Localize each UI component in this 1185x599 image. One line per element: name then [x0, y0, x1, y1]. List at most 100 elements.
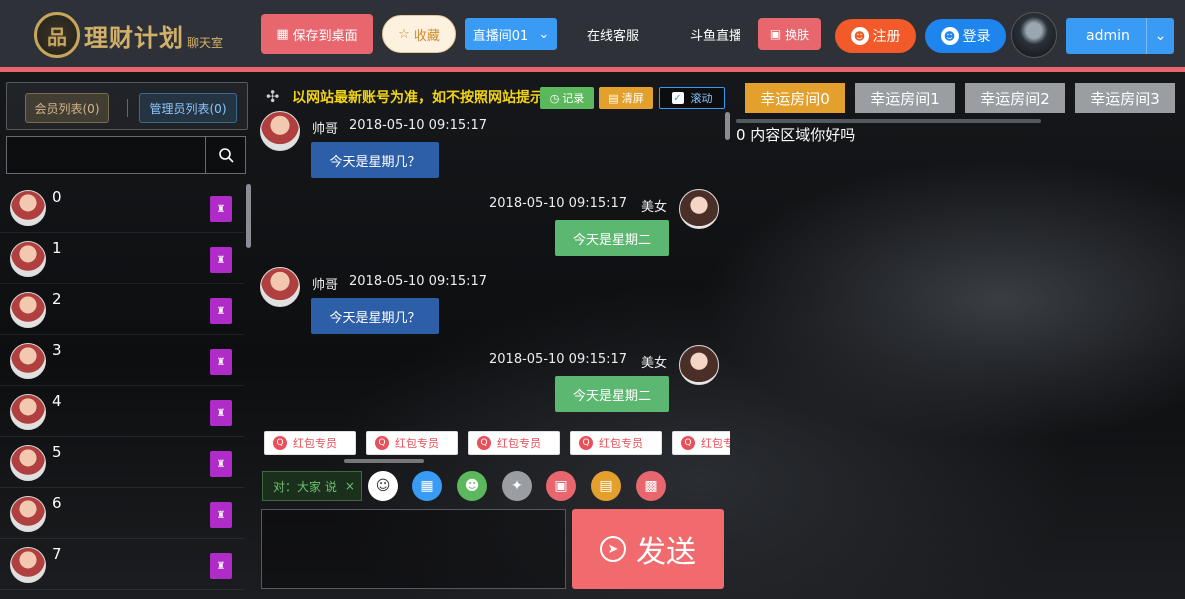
search-input[interactable] [7, 137, 205, 173]
tab-members[interactable]: 会员列表(0) [25, 93, 109, 123]
message-list: 帅哥 2018-05-10 09:15:17 今天是星期几？ 2018-05-10 0… [254, 109, 730, 419]
member-list-scrollbar[interactable] [246, 184, 251, 248]
member-row[interactable]: 7 ♜ [0, 539, 244, 590]
sender-name: 帅哥 [312, 278, 339, 293]
member-row[interactable]: 0 ♜ [0, 182, 244, 233]
member-name: 7 [52, 545, 62, 563]
qq-icon: Q [477, 436, 491, 450]
room-tab-3[interactable]: 幸运房间3 [1075, 83, 1175, 113]
vip-badge-icon: ♜ [210, 247, 232, 273]
member-name: 5 [52, 443, 62, 461]
online-service-link[interactable]: 在线客服 [572, 14, 654, 54]
emoji-icon[interactable]: ☺ [368, 471, 398, 501]
avatar [260, 111, 300, 151]
vip-badge-icon: ♜ [210, 196, 232, 222]
message-scrollbar[interactable] [725, 112, 730, 140]
save-to-desktop-label: 保存到桌面 [292, 28, 358, 44]
message-bubble: 今天是星期二 [555, 220, 669, 256]
member-name: 3 [52, 341, 62, 359]
member-name: 1 [52, 239, 62, 257]
chat-message: 帅哥 2018-05-10 09:15:17 今天是星期几？ [254, 265, 730, 343]
redpack-agent-button[interactable]: Q 红包专员 [264, 431, 356, 455]
record-button[interactable]: ◷ 记录 [540, 87, 594, 109]
logo: 品 理财计划 聊天室 [34, 12, 223, 58]
member-row[interactable]: 1 ♜ [0, 233, 244, 284]
login-button[interactable]: ☻ 登录 [925, 19, 1006, 53]
room-content: 0 内容区域你好吗 [736, 126, 856, 144]
admin-dropdown[interactable]: admin ⌄ [1066, 18, 1174, 54]
member-row[interactable]: 2 ♜ [0, 284, 244, 335]
member-tabs: 会员列表(0) 管理员列表(0) [6, 82, 248, 130]
save-to-desktop-button[interactable]: ▦ 保存到桌面 [261, 14, 373, 54]
redpack-scrollbar[interactable] [344, 459, 424, 463]
redpack-agent-button[interactable]: Q 红包专员 [366, 431, 458, 455]
magic-wand-icon[interactable]: ✦ [502, 471, 532, 501]
skin-icon: ▣ [769, 27, 782, 41]
avatar [10, 292, 46, 328]
room-tab-0[interactable]: 幸运房间0 [745, 83, 845, 113]
wink-icon[interactable]: ☻ [457, 471, 487, 501]
qq-icon: Q [579, 436, 593, 450]
clear-screen-button[interactable]: ▤ 清屏 [599, 87, 653, 109]
trash-icon: ▤ [608, 91, 619, 105]
redpacket-icon[interactable]: ▩ [636, 471, 666, 501]
live-room-dropdown[interactable]: 直播间01 ⌄ [465, 18, 557, 50]
search-button[interactable] [205, 137, 245, 173]
douyu-label: 斗鱼直播 [690, 28, 740, 44]
favorite-label: 收藏 [413, 28, 440, 44]
member-name: 4 [52, 392, 62, 410]
redpack-agent-button[interactable]: Q 红包专员 [570, 431, 662, 455]
avatar [679, 189, 719, 229]
paper-plane-icon: ➤ [600, 536, 626, 562]
tab-members-label: 会员列表(0) [34, 101, 100, 116]
user-avatar[interactable] [1011, 12, 1057, 58]
close-icon[interactable]: × [345, 479, 355, 493]
douyu-link[interactable]: 斗鱼直播 [690, 14, 740, 54]
skin-button[interactable]: ▣ 换肤 [758, 18, 821, 50]
chat-message: 帅哥 2018-05-10 09:15:17 今天是星期几？ [254, 109, 730, 187]
note-icon[interactable]: ▤ [591, 471, 621, 501]
user-icon: ☻ [940, 27, 959, 45]
vip-badge-icon: ♜ [210, 400, 232, 426]
star-icon: ☆ [398, 26, 410, 42]
qq-icon: Q [681, 436, 695, 450]
room-tab-1[interactable]: 幸运房间1 [855, 83, 955, 113]
member-search [6, 136, 246, 174]
register-button[interactable]: ☻ 注册 [835, 19, 916, 53]
image-icon[interactable]: ▦ [412, 471, 442, 501]
live-room-label: 直播间01 [472, 28, 529, 44]
member-row[interactable]: 5 ♜ [0, 437, 244, 488]
member-row[interactable]: 4 ♜ [0, 386, 244, 437]
sender-name: 美女 [641, 356, 668, 371]
message-input[interactable] [261, 509, 566, 589]
room-tabs: 幸运房间0 幸运房间1 幸运房间2 幸运房间3 [736, 77, 1185, 117]
document-icon: ▦ [276, 26, 289, 42]
member-row[interactable]: 3 ♜ [0, 335, 244, 386]
redpack-agent-button[interactable]: Q 红包专员 [468, 431, 560, 455]
room-tabs-scrollbar[interactable] [736, 119, 1041, 123]
member-list: 0 ♜ 1 ♜ 2 ♜ 3 ♜ 4 ♜ 5 ♜ 6 ♜ 7 ♜ [0, 182, 250, 599]
notice-marquee: 以网站最新账号为准，如不按照网站提示 [292, 90, 540, 106]
chevron-down-icon: ⌄ [538, 26, 550, 42]
scroll-label: 滚动 [690, 92, 713, 105]
member-row[interactable]: 6 ♜ [0, 488, 244, 539]
member-panel: 会员列表(0) 管理员列表(0) 0 ♜ 1 ♜ 2 ♜ 3 ♜ 4 ♜ 5 ♜ 6 ♜ 7 ♜ [0, 77, 251, 599]
search-icon [218, 148, 234, 163]
message-bubble: 今天是星期几？ [311, 298, 439, 334]
redpack-label: 红包专员 [293, 437, 337, 450]
room-tab-2[interactable]: 幸运房间2 [965, 83, 1065, 113]
clock-icon: ◷ [549, 91, 560, 105]
message-time: 2018-05-10 09:15:17 [349, 118, 488, 133]
favorite-button[interactable]: ☆ 收藏 [382, 15, 456, 53]
qq-icon: Q [273, 436, 287, 450]
recipient-selector[interactable]: 对：大家 说 × [262, 471, 362, 501]
tab-admins[interactable]: 管理员列表(0) [139, 93, 237, 123]
tab-divider [127, 99, 128, 117]
auto-scroll-toggle[interactable]: ✓ 滚动 [659, 87, 725, 109]
skin-label: 换肤 [785, 27, 810, 42]
send-button[interactable]: ➤ 发送 [572, 509, 724, 589]
gift-icon[interactable]: ▣ [546, 471, 576, 501]
register-label: 注册 [872, 29, 901, 45]
message-bubble: 今天是星期几？ [311, 142, 439, 178]
redpack-agent-button[interactable]: Q 红包专员 [672, 431, 730, 455]
